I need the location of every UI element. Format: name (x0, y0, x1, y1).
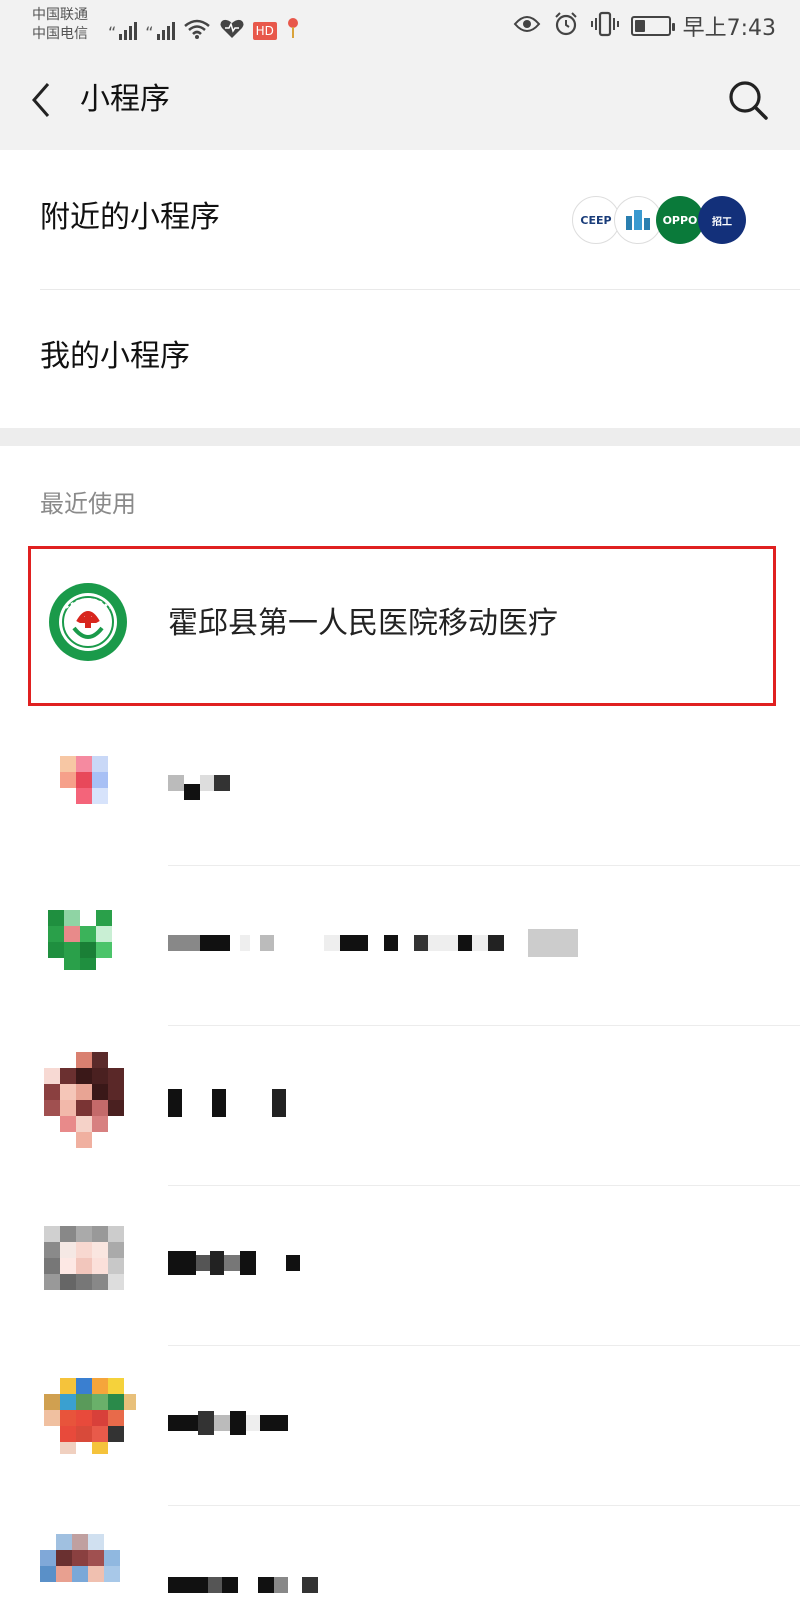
recruit-logo: 招工 (698, 196, 746, 244)
carrier-1: 中国联通 (32, 7, 88, 23)
highlight-box (28, 546, 776, 706)
menu-card: 附近的小程序 CEEP OPPO 招工 我的小程序 (0, 150, 800, 428)
location-icon (285, 16, 301, 40)
search-icon[interactable] (726, 78, 770, 122)
wifi-icon (183, 18, 211, 40)
pixelated-app-icon (44, 1378, 136, 1462)
recent-item-blurred[interactable] (0, 1506, 800, 1600)
clock-time: 早上7:43 (682, 16, 776, 41)
signal-icon: “ (145, 18, 175, 41)
status-right-icons: 早上7:43 (513, 10, 776, 42)
pixelated-app-icon (48, 902, 128, 982)
carrier-labels: 中国联通 中国电信 (32, 6, 88, 44)
pixelated-name (168, 768, 230, 800)
my-miniprograms-label: 我的小程序 (40, 339, 190, 374)
nav-bar: 小程序 (0, 52, 800, 150)
page-title: 小程序 (80, 82, 170, 117)
status-bar: 中国联通 中国电信 “ “ HD 早上7:43 (0, 0, 800, 52)
recent-item-blurred[interactable] (0, 866, 800, 1026)
recent-item-blurred[interactable] (0, 1346, 800, 1506)
recent-item-blurred[interactable] (0, 706, 800, 866)
battery-icon (630, 16, 675, 36)
pixelated-app-icon (44, 1052, 128, 1148)
vibrate-icon (590, 11, 619, 41)
nearby-label: 附近的小程序 (40, 200, 220, 235)
pixelated-name (168, 1570, 318, 1600)
hd-badge: HD (252, 22, 277, 40)
ceep-logo: CEEP (572, 196, 620, 244)
recent-item-blurred[interactable] (0, 1026, 800, 1186)
oppo-logo: OPPO (656, 196, 704, 244)
city-logo (614, 196, 662, 244)
eye-icon (513, 14, 541, 38)
nearby-logos: CEEP OPPO 招工 (572, 194, 746, 246)
recent-item-blurred[interactable] (0, 1186, 800, 1346)
recent-section: 最近使用 霍邱县第一人民医院移动医疗 (0, 446, 800, 1600)
pixelated-app-icon (48, 742, 128, 822)
pixelated-name (168, 1088, 286, 1118)
nearby-miniprograms-row[interactable]: 附近的小程序 CEEP OPPO 招工 (0, 150, 800, 290)
pixelated-name (168, 1248, 300, 1278)
alarm-icon (553, 11, 579, 41)
status-left-icons: “ “ HD (108, 12, 301, 41)
pixelated-name (168, 1408, 288, 1438)
pixelated-name (168, 928, 578, 958)
signal-icon: “ (108, 18, 138, 41)
heart-icon (219, 18, 245, 40)
my-miniprograms-row[interactable]: 我的小程序 (0, 289, 800, 428)
recent-header: 最近使用 (40, 490, 136, 518)
back-chevron-icon[interactable] (22, 80, 62, 120)
pixelated-app-icon (44, 1222, 128, 1302)
pixelated-app-icon (40, 1534, 128, 1600)
carrier-2: 中国电信 (32, 26, 88, 42)
